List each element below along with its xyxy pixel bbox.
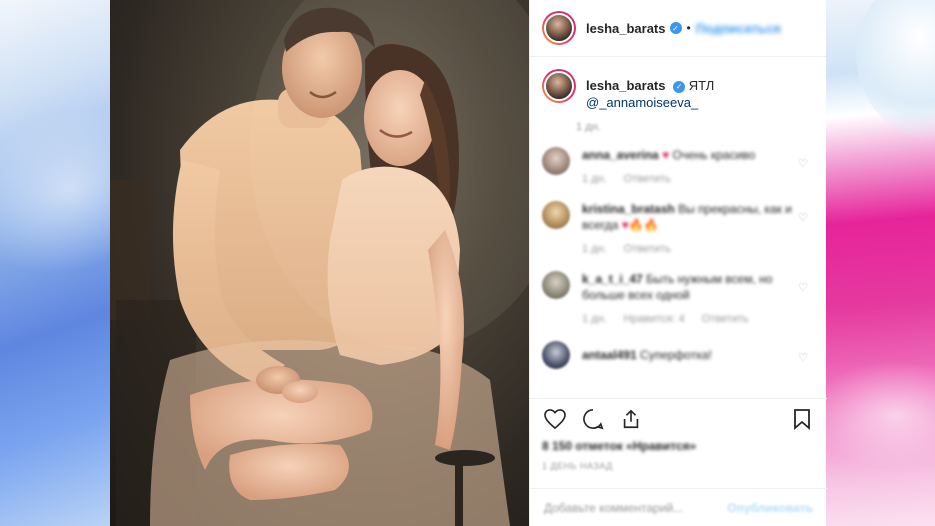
- comment-like-heart-icon[interactable]: ♡: [798, 281, 808, 294]
- comment-text: anna_averina ♥ Очень красиво: [582, 147, 792, 163]
- header-separator: •: [686, 21, 691, 35]
- reply-button[interactable]: Ответить: [624, 243, 671, 255]
- comment-icon[interactable]: [580, 406, 606, 432]
- emoji-group: ♥🔥🔥: [621, 218, 659, 232]
- post-header: lesha_barats ✓ • Подписаться: [530, 0, 826, 57]
- comment-text: kristina_bratash Вы прекрасны, как и все…: [582, 201, 792, 233]
- comment-username[interactable]: k_a_t_i_47: [582, 272, 643, 286]
- caption-avatar[interactable]: [542, 69, 576, 103]
- comment-likes[interactable]: Нравится: 4: [624, 313, 685, 325]
- comments-list[interactable]: lesha_barats ✓ ЯТЛ @_annamoiseeva_ 1 дн.…: [530, 57, 826, 399]
- caption-text: lesha_barats ✓ ЯТЛ @_annamoiseeva_: [586, 77, 814, 111]
- bookmark-icon[interactable]: [789, 406, 815, 432]
- comment-input[interactable]: Добавьте комментарий...: [544, 501, 727, 515]
- comment-item: anna_averina ♥ Очень красиво 1 дн. Ответ…: [542, 147, 814, 185]
- commenter-avatar[interactable]: [542, 341, 570, 369]
- likes-count[interactable]: 8 150 отметок «Нравится»: [542, 439, 815, 453]
- comment-meta: 1 дн. Ответить: [582, 243, 792, 255]
- comment-time: 1 дн.: [582, 243, 607, 255]
- comment-username[interactable]: kristina_bratash: [582, 202, 675, 216]
- caption-mention[interactable]: @_annamoiseeva_: [586, 95, 698, 110]
- comment-item: k_a_t_i_47 Быть нужным всем, но больше в…: [542, 271, 814, 325]
- comment-like-heart-icon[interactable]: ♡: [798, 157, 808, 170]
- verified-badge-icon: ✓: [669, 22, 682, 34]
- comment-body: Суперфотка!: [640, 348, 712, 362]
- follow-button[interactable]: Подписаться: [696, 21, 781, 36]
- comment-item: antaal491 Суперфотка! ♡: [542, 341, 814, 369]
- comment-body: Очень красиво: [672, 148, 756, 162]
- comment-text: k_a_t_i_47 Быть нужным всем, но больше в…: [582, 271, 792, 303]
- commenter-avatar[interactable]: [542, 147, 570, 175]
- commenter-avatar[interactable]: [542, 201, 570, 229]
- caption-username[interactable]: lesha_barats: [586, 78, 666, 93]
- post-caption: lesha_barats ✓ ЯТЛ @_annamoiseeva_ 1 дн.: [542, 69, 814, 133]
- comment-meta: 1 дн. Ответить: [582, 173, 792, 185]
- reply-button[interactable]: Ответить: [702, 313, 749, 325]
- reply-button[interactable]: Ответить: [624, 173, 671, 185]
- post-photo[interactable]: [110, 0, 529, 526]
- comment-meta: 1 дн. Нравится: 4 Ответить: [582, 313, 792, 325]
- comment-like-heart-icon[interactable]: ♡: [798, 351, 808, 364]
- background-sheen: [0, 77, 110, 303]
- couple-photo-illustration: [110, 0, 529, 526]
- verified-badge-icon: ✓: [673, 80, 686, 93]
- caption-body: ЯТЛ: [688, 78, 715, 93]
- comment-time: 1 дн.: [582, 313, 607, 325]
- comment-username[interactable]: antaal491: [582, 348, 637, 362]
- tv-background-left: [0, 0, 110, 526]
- comment-like-heart-icon[interactable]: ♡: [798, 211, 808, 224]
- heart-icon[interactable]: [542, 406, 568, 432]
- post-actions: 8 150 отметок «Нравится» 1 ДЕНЬ НАЗАД: [530, 398, 827, 471]
- comment-text: antaal491 Суперфотка!: [582, 347, 792, 363]
- heart-emoji: ♥: [662, 148, 670, 162]
- author-username[interactable]: lesha_barats: [586, 21, 666, 36]
- post-date: 1 ДЕНЬ НАЗАД: [542, 461, 613, 471]
- caption-time: 1 дн.: [576, 121, 601, 133]
- commenter-avatar[interactable]: [542, 271, 570, 299]
- comment-time: 1 дн.: [582, 173, 607, 185]
- background-swoosh: [856, 0, 935, 140]
- comment-username[interactable]: anna_averina: [582, 148, 659, 162]
- publish-button[interactable]: Опубликовать: [727, 501, 813, 515]
- add-comment-bar: Добавьте комментарий... Опубликовать: [530, 488, 827, 526]
- author-avatar[interactable]: [542, 11, 576, 45]
- share-icon[interactable]: [618, 406, 644, 432]
- action-icons-row: [542, 399, 815, 439]
- tv-background-right: [826, 0, 935, 526]
- comment-item: kristina_bratash Вы прекрасны, как и все…: [542, 201, 814, 255]
- instagram-post-panel: lesha_barats ✓ • Подписаться lesha_barat…: [529, 0, 827, 526]
- background-glow: [826, 360, 935, 470]
